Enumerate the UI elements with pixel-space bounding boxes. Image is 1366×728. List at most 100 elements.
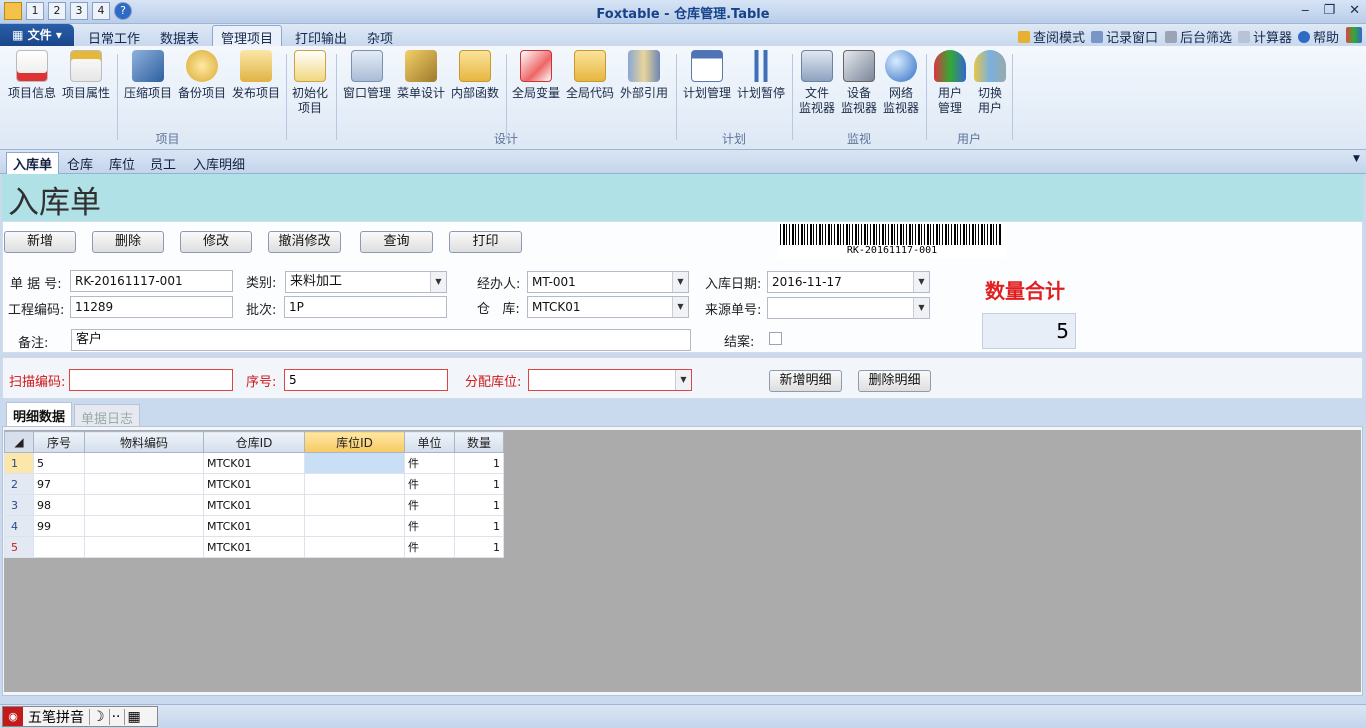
tab-datatable[interactable]: 数据表 <box>160 28 199 47</box>
cell-material[interactable] <box>84 452 204 474</box>
doc-no-field[interactable]: RK-20161117-001 <box>70 270 233 292</box>
form-tab-warehouse[interactable]: 仓库 <box>67 154 93 173</box>
row-number[interactable]: 3 <box>4 494 34 516</box>
menu-design-button[interactable]: 菜单设计 <box>394 50 448 101</box>
table-row[interactable]: 2 97 MTCK01 件 1 <box>4 473 504 495</box>
cell-qty[interactable]: 1 <box>454 473 504 495</box>
edit-button[interactable]: 修改 <box>180 231 252 253</box>
table-row[interactable]: 1 5 MTCK01 件 1 <box>4 452 504 474</box>
tab-print[interactable]: 打印输出 <box>295 28 347 47</box>
network-monitor-button[interactable]: 网络 监视器 <box>880 50 922 116</box>
users-icon[interactable] <box>1346 27 1362 43</box>
cell-location[interactable] <box>304 473 405 495</box>
calculator-button[interactable]: 计算器 <box>1238 27 1292 46</box>
restore-icon[interactable]: ❐ <box>1323 3 1335 18</box>
close-icon[interactable]: ✕ <box>1349 3 1360 18</box>
cell-location[interactable] <box>304 452 405 474</box>
scan-code-input[interactable] <box>69 369 233 391</box>
keyboard-icon[interactable]: ▦ <box>124 708 141 725</box>
query-button[interactable]: 查询 <box>360 231 433 253</box>
closed-checkbox[interactable] <box>769 332 782 345</box>
ime-toolbar[interactable]: ◉ 五笔拼音 ☽ ·· ▦ <box>2 706 158 727</box>
chevron-down-icon[interactable]: ▼ <box>430 272 446 292</box>
row-number[interactable]: 1 <box>4 452 34 474</box>
init-project-button[interactable]: 初始化 项目 <box>288 50 332 116</box>
file-menu[interactable]: ▦ 文件 ▾ <box>0 24 74 46</box>
col-header-warehouse[interactable]: 仓库ID <box>203 431 305 453</box>
punctuation-icon[interactable]: ·· <box>108 708 120 725</box>
switch-user-button[interactable]: 切换 用户 <box>970 50 1010 116</box>
source-select[interactable]: ▼ <box>767 297 930 319</box>
seq-input[interactable]: 5 <box>284 369 448 391</box>
external-ref-button[interactable]: 外部引用 <box>617 50 671 101</box>
cell-warehouse[interactable]: MTCK01 <box>203 473 305 495</box>
cell-unit[interactable]: 件 <box>404 452 455 474</box>
add-detail-button[interactable]: 新增明细 <box>769 370 842 392</box>
form-tab-employee[interactable]: 员工 <box>150 154 176 173</box>
chevron-down-icon[interactable]: ▼ <box>913 272 929 292</box>
project-field[interactable]: 11289 <box>70 296 233 318</box>
help-button[interactable]: 帮助 <box>1298 27 1339 46</box>
cell-location[interactable] <box>304 536 405 558</box>
cell-material[interactable] <box>84 515 204 537</box>
cell-warehouse[interactable]: MTCK01 <box>203 494 305 516</box>
chevron-down-icon[interactable]: ▼ <box>672 297 688 317</box>
table-row[interactable]: 4 99 MTCK01 件 1 <box>4 515 504 537</box>
bg-filter-button[interactable]: 后台筛选 <box>1165 27 1232 46</box>
cell-seq[interactable]: 99 <box>33 515 85 537</box>
cell-unit[interactable]: 件 <box>404 536 455 558</box>
cell-seq[interactable]: 97 <box>33 473 85 495</box>
backup-project-button[interactable]: 备份项目 <box>176 50 228 101</box>
col-header-unit[interactable]: 单位 <box>404 431 455 453</box>
compress-project-button[interactable]: 压缩项目 <box>122 50 174 101</box>
cell-location[interactable] <box>304 515 405 537</box>
chevron-down-icon[interactable]: ▼ <box>913 298 929 318</box>
row-number[interactable]: 5 <box>4 536 34 558</box>
batch-field[interactable]: 1P <box>284 296 447 318</box>
tab-misc[interactable]: 杂项 <box>367 28 393 47</box>
project-props-button[interactable]: 项目属性 <box>60 50 112 101</box>
cell-warehouse[interactable]: MTCK01 <box>203 452 305 474</box>
type-select[interactable]: 来料加工 ▼ <box>285 271 447 293</box>
print-button[interactable]: 打印 <box>449 231 522 253</box>
form-tab-location[interactable]: 库位 <box>109 154 135 173</box>
query-mode-button[interactable]: 查阅模式 <box>1018 27 1085 46</box>
col-header-qty[interactable]: 数量 <box>454 431 504 453</box>
tab-doc-log[interactable]: 单据日志 <box>74 404 141 427</box>
cell-seq[interactable]: 98 <box>33 494 85 516</box>
cell-material[interactable] <box>84 473 204 495</box>
form-tab-inbound-detail[interactable]: 入库明细 <box>193 154 245 173</box>
detail-grid[interactable]: ◢ 序号 物料编码 仓库ID 库位ID 单位 数量 1 5 MTCK01 件 1… <box>4 431 504 558</box>
cell-unit[interactable]: 件 <box>404 473 455 495</box>
chevron-down-icon[interactable]: ▼ <box>1353 154 1360 164</box>
col-header-seq[interactable]: 序号 <box>33 431 85 453</box>
assign-loc-select[interactable]: ▼ <box>528 369 692 391</box>
grid-corner[interactable]: ◢ <box>4 431 34 453</box>
tab-daily[interactable]: 日常工作 <box>88 28 140 47</box>
cell-unit[interactable]: 件 <box>404 515 455 537</box>
undo-edit-button[interactable]: 撤消修改 <box>268 231 341 253</box>
new-button[interactable]: 新增 <box>4 231 76 253</box>
plan-pause-button[interactable]: 计划暂停 <box>734 50 788 101</box>
cell-warehouse[interactable]: MTCK01 <box>203 536 305 558</box>
cell-qty[interactable]: 1 <box>454 536 504 558</box>
chevron-down-icon[interactable]: ▼ <box>675 370 691 390</box>
cell-qty[interactable]: 1 <box>454 515 504 537</box>
cell-seq[interactable]: 5 <box>33 452 85 474</box>
global-var-button[interactable]: 全局变量 <box>509 50 563 101</box>
table-row[interactable]: 3 98 MTCK01 件 1 <box>4 494 504 516</box>
cell-warehouse[interactable]: MTCK01 <box>203 515 305 537</box>
cell-seq[interactable] <box>33 536 85 558</box>
record-window-button[interactable]: 记录窗口 <box>1091 27 1158 46</box>
delete-button[interactable]: 删除 <box>92 231 164 253</box>
cell-qty[interactable]: 1 <box>454 494 504 516</box>
date-picker[interactable]: 2016-11-17 ▼ <box>767 271 930 293</box>
half-width-icon[interactable]: ☽ <box>89 708 105 725</box>
window-manage-button[interactable]: 窗口管理 <box>340 50 394 101</box>
col-header-location[interactable]: 库位ID <box>304 431 405 453</box>
cell-material[interactable] <box>84 494 204 516</box>
row-number[interactable]: 4 <box>4 515 34 537</box>
internal-func-button[interactable]: 内部函数 <box>448 50 502 101</box>
form-tab-inbound[interactable]: 入库单 <box>6 152 60 174</box>
delete-detail-button[interactable]: 删除明细 <box>858 370 931 392</box>
